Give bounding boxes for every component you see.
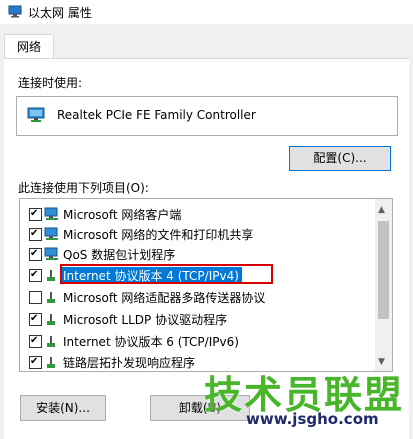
item-label: Microsoft 网络客户端 xyxy=(63,208,182,222)
item-checkbox[interactable] xyxy=(29,291,42,304)
adapter-name: Realtek PCIe FE Family Controller xyxy=(57,108,256,122)
window-title: 以太网 属性 xyxy=(28,6,92,20)
protocol-icon xyxy=(47,336,55,347)
highlight-box xyxy=(60,264,273,284)
list-item[interactable]: Microsoft 网络适配器多路传送器协议 xyxy=(20,287,370,307)
network-client-icon xyxy=(44,207,58,220)
watermark-url: www.jsgho.com xyxy=(246,410,379,428)
configure-button[interactable]: 配置(C)... xyxy=(289,146,391,171)
list-item[interactable]: Microsoft 网络的文件和打印机共享 xyxy=(20,224,370,244)
protocol-icon xyxy=(47,292,55,303)
item-checkbox[interactable] xyxy=(29,228,42,241)
list-item[interactable]: Internet 协议版本 6 (TCP/IPv6) xyxy=(20,331,370,351)
install-button[interactable]: 安装(N)... xyxy=(20,395,106,421)
items-label: 此连接使用下列项目(O): xyxy=(18,181,149,195)
adapter-display: Realtek PCIe FE Family Controller xyxy=(16,96,398,136)
network-icon xyxy=(8,5,22,18)
watermark: 技术员联盟 www.jsgho.com xyxy=(188,364,413,431)
item-checkbox[interactable] xyxy=(29,269,42,282)
components-list[interactable]: Microsoft 网络客户端 Microsoft 网络的文件和打印机共享 Qo… xyxy=(19,198,393,372)
tab-strip: 网络 xyxy=(0,30,413,60)
scroll-up-icon[interactable]: ▲ xyxy=(378,205,385,215)
scrollbar-thumb[interactable] xyxy=(378,221,389,319)
network-adapter-icon xyxy=(27,107,45,122)
item-checkbox[interactable] xyxy=(29,208,42,221)
vertical-scrollbar[interactable]: ▲ ▼ xyxy=(375,199,392,371)
item-label: QoS 数据包计划程序 xyxy=(63,248,176,262)
item-checkbox[interactable] xyxy=(29,335,42,348)
list-item[interactable]: Microsoft LLDP 协议驱动程序 xyxy=(20,309,370,329)
protocol-icon xyxy=(47,314,55,325)
item-label: Microsoft 网络的文件和打印机共享 xyxy=(63,228,254,242)
list-item[interactable]: Microsoft 网络客户端 xyxy=(20,204,370,224)
item-label: Internet 协议版本 6 (TCP/IPv6) xyxy=(63,335,239,349)
file-printer-sharing-icon xyxy=(44,227,58,240)
list-item[interactable]: QoS 数据包计划程序 xyxy=(20,244,370,264)
list-item-selected[interactable]: Internet 协议版本 4 (TCP/IPv4) xyxy=(20,264,370,285)
item-checkbox[interactable] xyxy=(29,313,42,326)
protocol-icon xyxy=(47,357,55,368)
item-label: Microsoft 网络适配器多路传送器协议 xyxy=(63,291,266,305)
item-checkbox[interactable] xyxy=(29,356,42,369)
item-label: 链路层拓扑发现响应程序 xyxy=(63,356,196,370)
qos-icon xyxy=(44,247,58,260)
item-checkbox[interactable] xyxy=(29,248,42,261)
connect-using-label: 连接时使用: xyxy=(18,76,83,90)
item-label: Microsoft LLDP 协议驱动程序 xyxy=(63,313,228,327)
title-bar: 以太网 属性 xyxy=(0,0,413,24)
tab-network[interactable]: 网络 xyxy=(4,34,54,59)
protocol-icon xyxy=(47,270,55,281)
